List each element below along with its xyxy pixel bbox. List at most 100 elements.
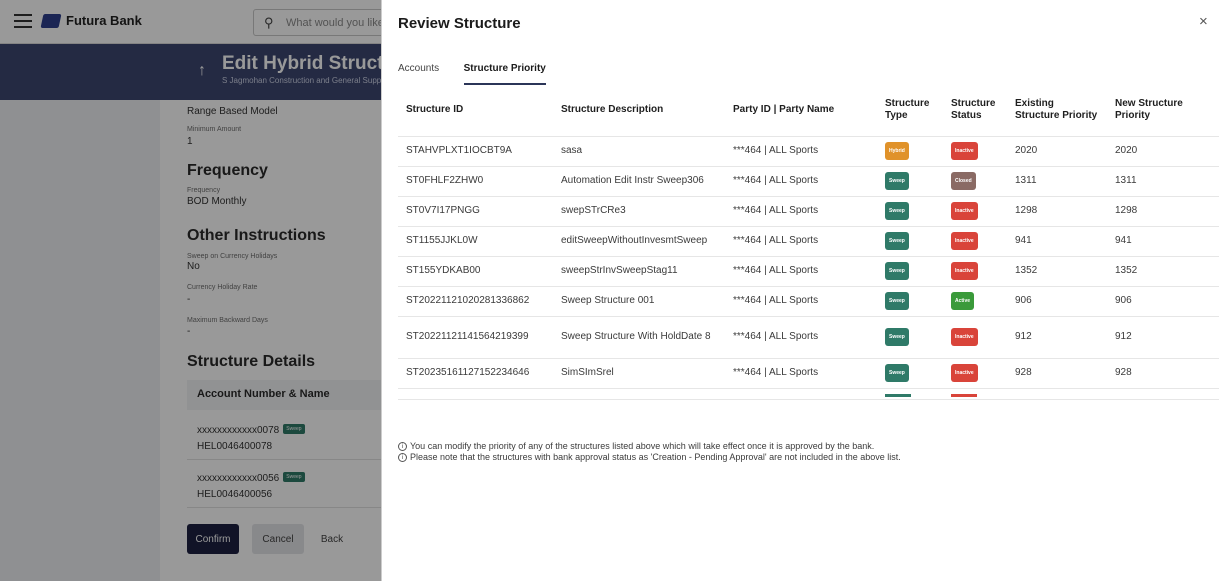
existing-priority-cell: 2020 (1007, 136, 1107, 167)
new-priority-cell[interactable]: 1352 (1107, 256, 1219, 287)
structure-status-badge: Active (951, 292, 975, 310)
info-notes: i You can modify the priority of any of t… (398, 441, 901, 463)
structure-status-cell: Active (943, 286, 1007, 317)
table-row: ST1155JJKL0W editSweepWithoutInvesmtSweep… (398, 226, 1219, 257)
structure-type-cell: Sweep (877, 166, 943, 197)
close-icon[interactable]: × (1199, 13, 1208, 30)
structure-description-cell: sweepStrInvSweepStag11 (553, 256, 725, 287)
new-priority-cell[interactable]: 941 (1107, 226, 1219, 257)
party-cell: ***464 | ALL Sports (725, 256, 877, 287)
structure-status-badge: Inactive (951, 202, 978, 220)
table-row: ST155YDKAB00 sweepStrInvSweepStag11 ***464… (398, 256, 1219, 287)
structure-status-cell: Closed (943, 166, 1007, 197)
party-cell: ***464 | ALL Sports (725, 136, 877, 167)
column-header-party: Party ID | Party Name (725, 84, 877, 137)
existing-priority-cell: 928 (1007, 358, 1107, 389)
party-cell: ***464 | ALL Sports (725, 358, 877, 389)
structure-description-cell: swepSTrCRe3 (553, 196, 725, 227)
structure-type-cell: Sweep (877, 256, 943, 287)
party-cell: ***464 | ALL Sports (725, 316, 877, 359)
structure-type-cell: Sweep (877, 226, 943, 257)
party-cell: ***464 | ALL Sports (725, 196, 877, 227)
new-priority-cell[interactable]: 2020 (1107, 136, 1219, 167)
structure-description-cell: editSweepWithoutInvesmtSweep (553, 226, 725, 257)
structure-id-cell: ST20235161127152234646 (398, 358, 553, 389)
column-header-structure-description: Structure Description (553, 84, 725, 137)
structure-type-cell: Sweep (877, 286, 943, 317)
partial-badge (885, 393, 911, 397)
structure-status-badge: Inactive (951, 142, 978, 160)
existing-priority-cell: 1352 (1007, 256, 1107, 287)
structure-type-badge: Sweep (885, 232, 909, 250)
structure-id-cell: ST155YDKAB00 (398, 256, 553, 287)
structure-type-badge: Sweep (885, 262, 909, 280)
partial-cell (1107, 388, 1219, 399)
column-header-existing-priority: Existing Structure Priority (1007, 84, 1107, 137)
structure-id-cell: ST0V7I17PNGG (398, 196, 553, 227)
structure-status-cell: Inactive (943, 226, 1007, 257)
partial-cell (553, 388, 725, 399)
info-note-text: Please note that the structures with ban… (410, 452, 901, 462)
new-priority-cell[interactable]: 912 (1107, 316, 1219, 359)
structure-status-cell: Inactive (943, 196, 1007, 227)
structure-type-badge: Sweep (885, 172, 909, 190)
new-priority-cell[interactable]: 906 (1107, 286, 1219, 317)
info-note-text: You can modify the priority of any of th… (410, 441, 875, 451)
column-header-new-priority: New Structure Priority (1107, 84, 1219, 137)
tab-accounts[interactable]: Accounts (398, 63, 439, 83)
party-cell: ***464 | ALL Sports (725, 286, 877, 317)
partial-cell (877, 388, 943, 399)
structure-type-cell: Sweep (877, 358, 943, 389)
structure-status-badge: Inactive (951, 232, 978, 250)
structure-status-cell: Inactive (943, 358, 1007, 389)
structure-id-cell: ST0FHLF2ZHW0 (398, 166, 553, 197)
existing-priority-cell: 906 (1007, 286, 1107, 317)
structure-type-badge: Sweep (885, 364, 909, 382)
partial-cell (398, 388, 553, 399)
modal-tabs: Accounts Structure Priority (398, 58, 566, 86)
existing-priority-cell: 1298 (1007, 196, 1107, 227)
table-row: ST20235161127152234646 SimSImSrel ***464 |… (398, 358, 1219, 389)
structure-id-cell: STAHVPLXT1IOCBT9A (398, 136, 553, 167)
partial-cell (725, 388, 877, 399)
column-header-structure-id: Structure ID (398, 84, 553, 137)
structure-description-cell: Sweep Structure With HoldDate 8 (553, 316, 725, 359)
structure-status-badge: Inactive (951, 364, 978, 382)
table-row: ST20221121020281336862 Sweep Structure 00… (398, 286, 1219, 317)
structure-type-badge: Sweep (885, 292, 909, 310)
column-header-structure-status: Structure Status (943, 84, 1007, 137)
structure-id-cell: ST20221121020281336862 (398, 286, 553, 317)
structure-status-badge: Inactive (951, 328, 978, 346)
structure-status-badge: Closed (951, 172, 976, 190)
structure-status-cell: Inactive (943, 256, 1007, 287)
existing-priority-cell: 1311 (1007, 166, 1107, 197)
structure-id-cell: ST20221121141564219399 (398, 316, 553, 359)
partial-badge (951, 393, 977, 397)
party-cell: ***464 | ALL Sports (725, 166, 877, 197)
structure-status-badge: Inactive (951, 262, 978, 280)
info-icon: i (398, 442, 407, 452)
table-row: ST0V7I17PNGG swepSTrCRe3 ***464 | ALL Spor… (398, 196, 1219, 227)
modal-title: Review Structure (398, 15, 521, 32)
structure-status-cell: Inactive (943, 316, 1007, 359)
structure-description-cell: Automation Edit Instr Sweep306 (553, 166, 725, 197)
info-note: i Please note that the structures with ba… (398, 452, 901, 463)
table-row: STAHVPLXT1IOCBT9A sasa ***464 | ALL Sports… (398, 136, 1219, 167)
new-priority-cell[interactable]: 928 (1107, 358, 1219, 389)
structure-type-badge: Sweep (885, 328, 909, 346)
structure-id-cell: ST1155JJKL0W (398, 226, 553, 257)
partial-cell (943, 388, 1007, 399)
review-structure-modal: Review Structure × Accounts Structure Pr… (381, 0, 1225, 581)
structure-description-cell: SimSImSrel (553, 358, 725, 389)
structure-type-badge: Sweep (885, 202, 909, 220)
new-priority-cell[interactable]: 1298 (1107, 196, 1219, 227)
table-row-partial (398, 388, 1219, 399)
structure-status-cell: Inactive (943, 136, 1007, 167)
party-cell: ***464 | ALL Sports (725, 226, 877, 257)
column-header-structure-type: Structure Type (877, 84, 943, 137)
new-priority-cell[interactable]: 1311 (1107, 166, 1219, 197)
structure-priority-table: Structure ID Structure Description Party… (398, 84, 1219, 400)
info-icon: i (398, 453, 407, 463)
structure-type-cell: Sweep (877, 316, 943, 359)
tab-structure-priority[interactable]: Structure Priority (463, 63, 546, 85)
